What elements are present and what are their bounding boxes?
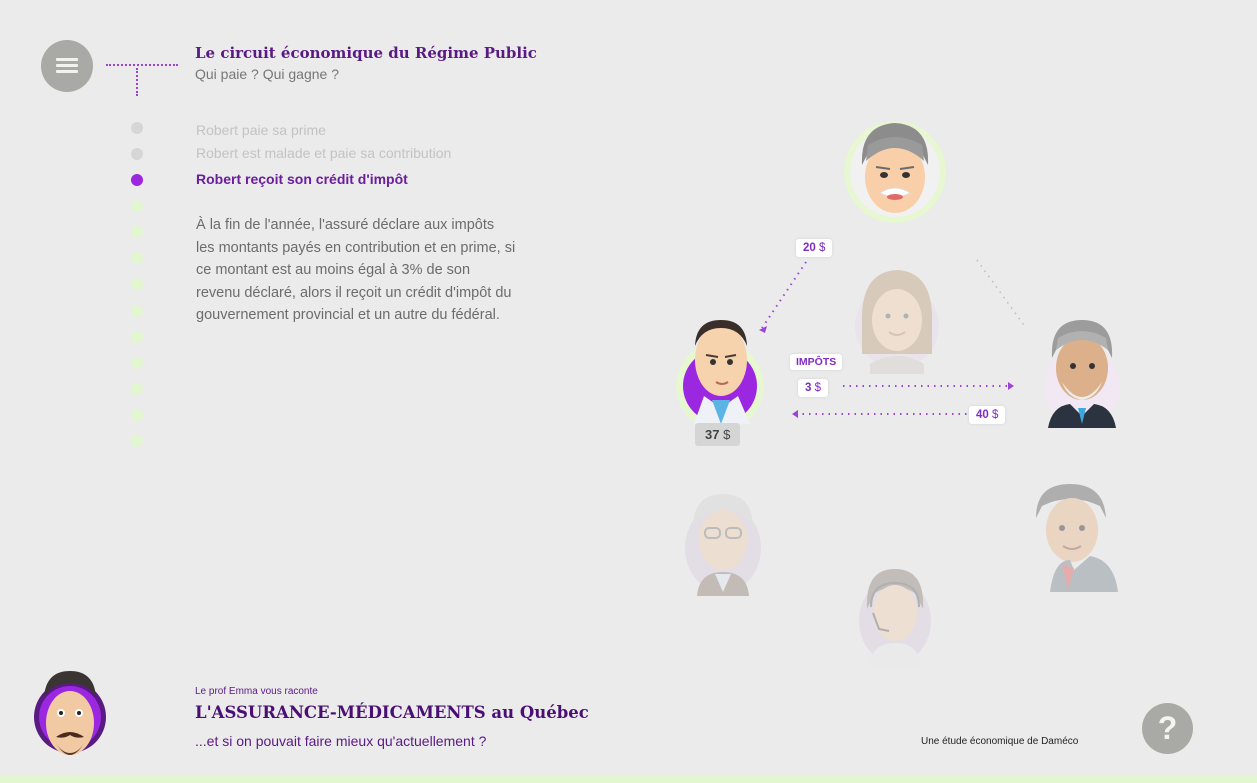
arrow-head-left-bottom bbox=[792, 410, 798, 418]
amount-tag-40: 40 $ bbox=[969, 406, 1006, 424]
agent-portrait-faded[interactable] bbox=[855, 563, 935, 667]
question-icon: ? bbox=[1157, 710, 1178, 746]
amount-tag-3-value: 3 bbox=[805, 382, 812, 394]
amount-tag-20-currency: $ bbox=[819, 242, 826, 254]
robert-balance-currency: $ bbox=[723, 427, 731, 442]
connector-elder-to-government bbox=[976, 259, 1027, 329]
footer-narrator: Le prof Emma vous raconte bbox=[195, 686, 318, 697]
amount-tag-3: 3 $ bbox=[798, 379, 829, 397]
impots-tag: IMPÔTS bbox=[790, 354, 843, 370]
robert-balance: 37 $ bbox=[695, 423, 741, 446]
amount-tag-40-value: 40 bbox=[976, 409, 989, 421]
credit-text[interactable]: Une étude économique de Daméco bbox=[921, 736, 1078, 747]
politician-portrait[interactable] bbox=[1040, 316, 1124, 428]
woman-portrait-faded[interactable] bbox=[852, 264, 942, 374]
amount-tag-20-value: 20 bbox=[803, 242, 816, 254]
footer-subtitle: ...et si on pouvait faire mieux qu'actue… bbox=[195, 733, 487, 749]
elderly-man-portrait[interactable] bbox=[842, 115, 948, 225]
robert-balance-value: 37 bbox=[705, 427, 720, 442]
amount-tag-40-currency: $ bbox=[992, 409, 999, 421]
footer-title: L'ASSURANCE-MÉDICAMENTS au Québec bbox=[195, 703, 589, 722]
amount-tag-20: 20 $ bbox=[796, 239, 833, 257]
executive-portrait-faded[interactable] bbox=[1030, 480, 1122, 592]
robert-portrait[interactable] bbox=[674, 316, 774, 426]
amount-tag-3-currency: $ bbox=[814, 382, 822, 394]
pharmacist-portrait-faded[interactable] bbox=[683, 488, 765, 596]
bottom-strip bbox=[0, 775, 1257, 783]
prof-emma-avatar bbox=[34, 671, 106, 755]
arrow-head-right bbox=[1008, 382, 1014, 390]
help-button[interactable]: ? bbox=[1142, 703, 1193, 754]
